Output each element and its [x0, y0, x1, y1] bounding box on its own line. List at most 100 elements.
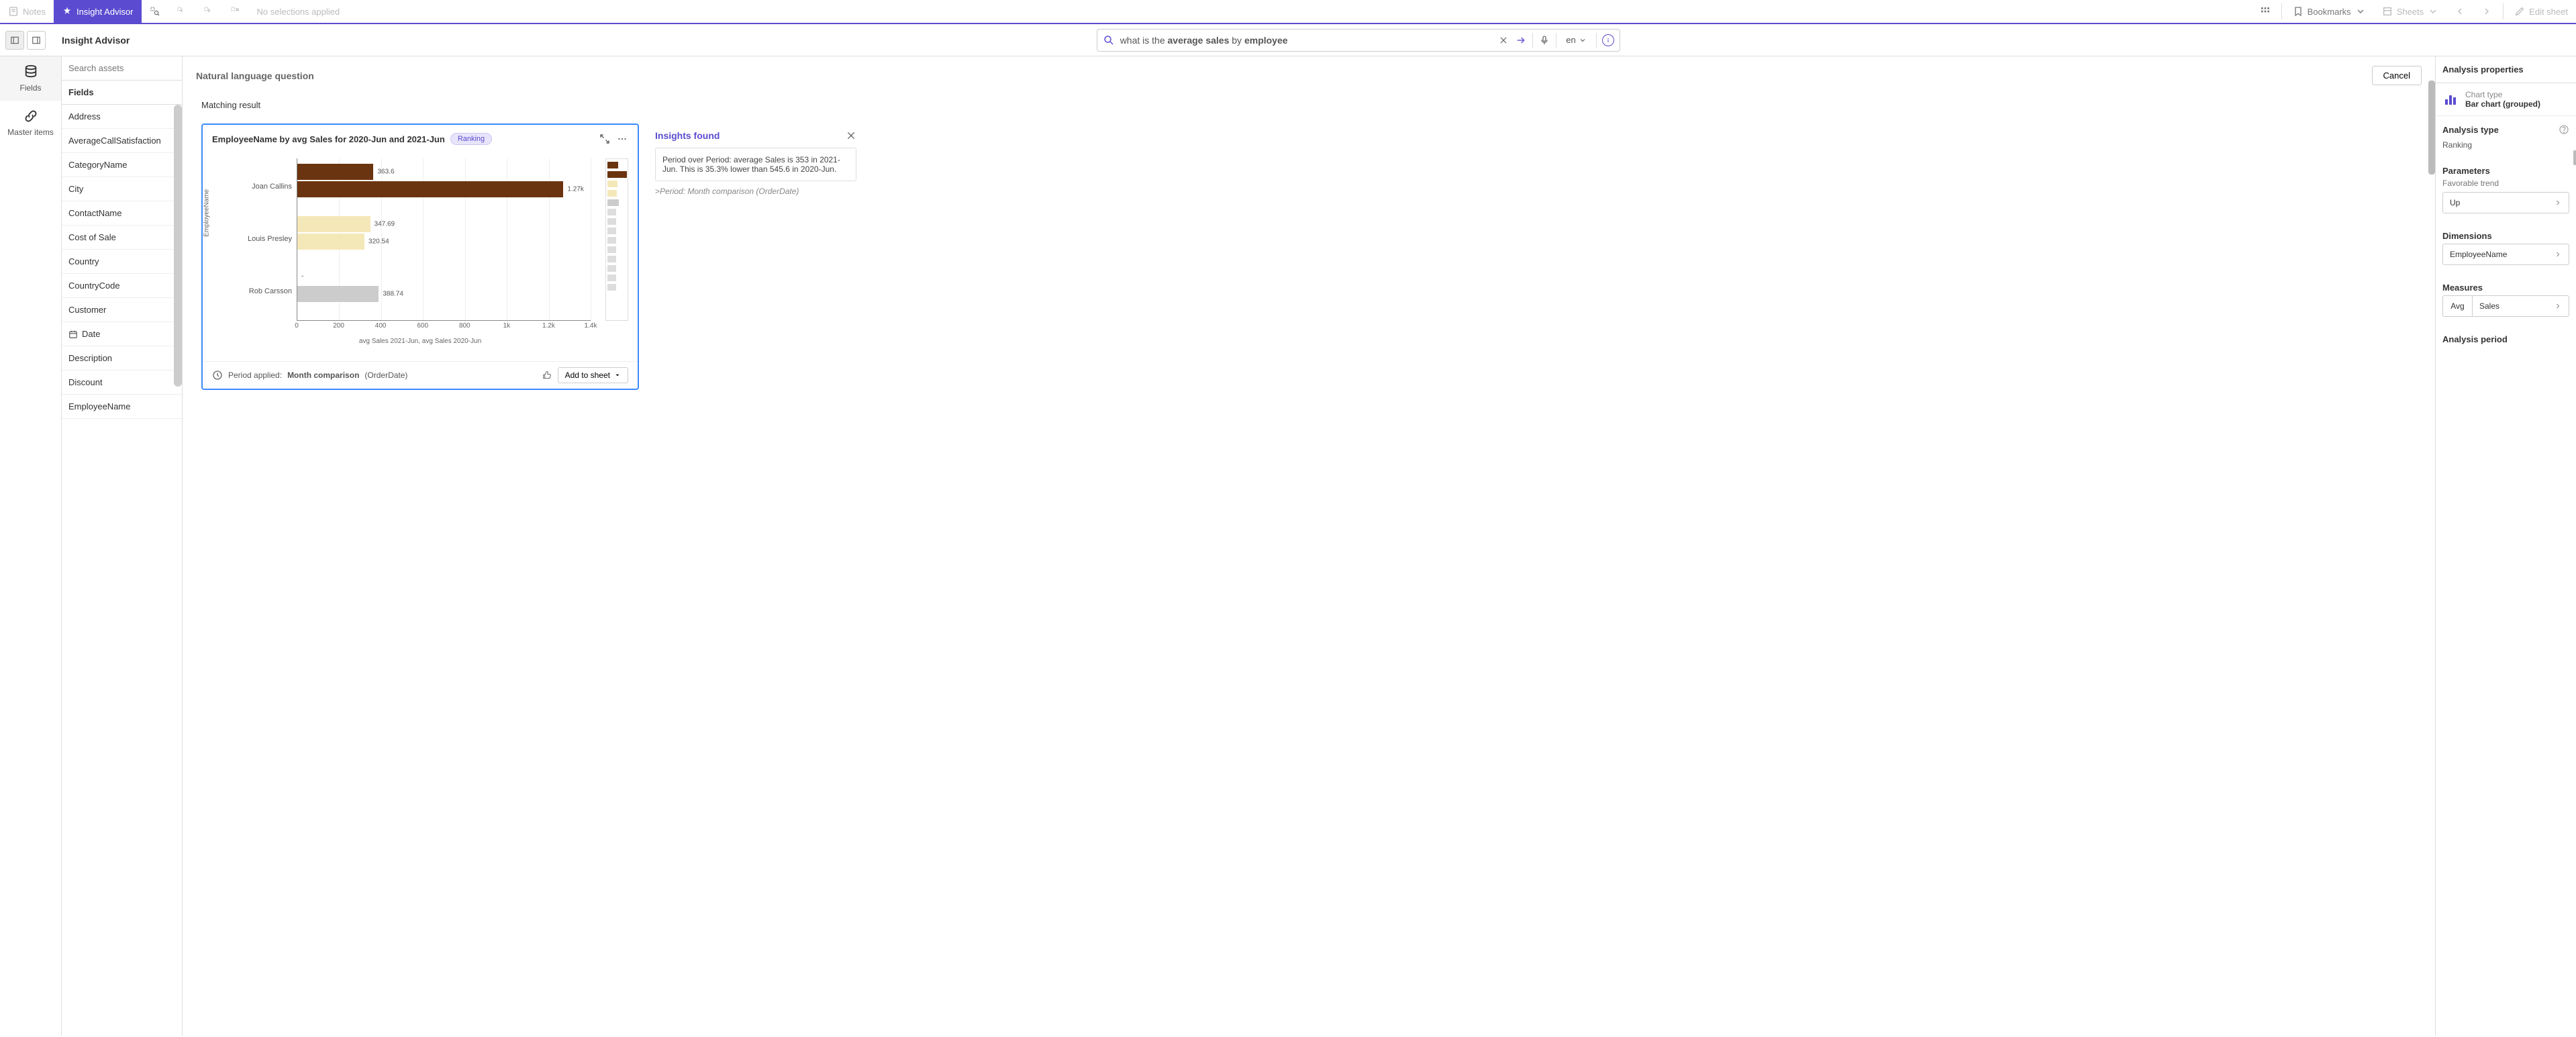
field-item-label: EmployeeName	[68, 401, 131, 411]
cancel-button[interactable]: Cancel	[2372, 66, 2422, 85]
field-item[interactable]: Address	[62, 105, 182, 129]
prev-sheet-button[interactable]	[2446, 0, 2473, 23]
app-grid-button[interactable]	[2252, 0, 2279, 23]
field-item[interactable]: Country	[62, 250, 182, 274]
minimap-bar	[607, 171, 627, 178]
field-item[interactable]: CategoryName	[62, 153, 182, 177]
clear-icon[interactable]	[1497, 34, 1509, 46]
next-sheet-button[interactable]	[2473, 0, 2500, 23]
chart-type-label: Chart type	[2465, 90, 2540, 99]
minimap-bar	[607, 209, 616, 215]
no-selections-label-wrap: No selections applied	[249, 0, 348, 23]
minimap-bar	[607, 284, 616, 291]
field-item-label: Cost of Sale	[68, 232, 116, 242]
center-scrollbar[interactable]	[2428, 81, 2435, 175]
chart-bar[interactable]: 320.54	[297, 234, 364, 250]
field-item[interactable]: Date	[62, 322, 182, 346]
toolbar-separator	[2281, 3, 2282, 19]
chart-area: EmployeeName Joan Callins363.61.27kLouis…	[203, 153, 638, 361]
chart-bar[interactable]: 1.27k	[297, 181, 563, 197]
notes-tab[interactable]: Notes	[0, 0, 54, 23]
chart-bar[interactable]: 388.74	[297, 286, 379, 302]
bookmarks-button[interactable]: Bookmarks	[2285, 0, 2374, 23]
leftnav-master-items[interactable]: Master items	[0, 101, 61, 145]
language-label: en	[1566, 35, 1575, 45]
close-icon[interactable]	[846, 130, 856, 141]
minimap-bar	[607, 228, 616, 234]
submit-icon[interactable]	[1515, 34, 1527, 46]
measures-title: Measures	[2442, 283, 2569, 293]
minimap-bar	[607, 265, 616, 272]
add-to-sheet-label: Add to sheet	[565, 371, 610, 380]
measure-value: Sales	[2479, 301, 2499, 311]
insight-note-prefix: >	[655, 187, 660, 196]
fullscreen-icon[interactable]	[599, 133, 611, 145]
field-item[interactable]: Customer	[62, 298, 182, 322]
field-item[interactable]: EmployeeName	[62, 395, 182, 419]
mic-icon[interactable]	[1538, 34, 1550, 46]
search-icon	[1103, 34, 1115, 46]
panel-resize-handle[interactable]	[2573, 150, 2576, 165]
chart-x-tick: 200	[333, 322, 344, 330]
measure-select[interactable]: Avg Sales	[2442, 295, 2569, 317]
field-item[interactable]: City	[62, 177, 182, 201]
add-to-sheet-button[interactable]: Add to sheet	[558, 367, 628, 383]
help-icon[interactable]	[2559, 124, 2569, 135]
analysis-type-value: Ranking	[2436, 138, 2576, 158]
dimensions-title: Dimensions	[2442, 231, 2569, 241]
more-icon[interactable]	[616, 133, 628, 145]
chart-plot[interactable]: Joan Callins363.61.27kLouis Presley347.6…	[297, 158, 591, 321]
dimension-select[interactable]: EmployeeName	[2442, 244, 2569, 265]
calendar-icon	[68, 330, 78, 339]
field-item[interactable]: ContactName	[62, 201, 182, 226]
language-select[interactable]: en	[1562, 35, 1590, 45]
favorable-trend-select[interactable]: Up	[2442, 192, 2569, 213]
field-item[interactable]: AverageCallSatisfaction	[62, 129, 182, 153]
field-item[interactable]: Discount	[62, 371, 182, 395]
fields-heading: Fields	[62, 81, 182, 105]
chart-x-tick: 0	[295, 322, 299, 330]
chevron-right-icon	[2554, 199, 2562, 207]
chart-bar-value: 320.54	[364, 238, 389, 246]
field-item[interactable]: CountryCode	[62, 274, 182, 298]
smart-search-button[interactable]	[142, 0, 168, 23]
database-icon	[23, 64, 38, 79]
search-box[interactable]: what is the average sales by employee en	[1097, 29, 1620, 52]
chart-type-text: Chart type Bar chart (grouped)	[2465, 90, 2540, 109]
field-item-label: AverageCallSatisfaction	[68, 136, 161, 146]
edit-sheet-label: Edit sheet	[2529, 7, 2568, 17]
field-item[interactable]: Description	[62, 346, 182, 371]
sheets-button[interactable]: Sheets	[2374, 0, 2446, 23]
panel-right-button[interactable]	[27, 31, 46, 50]
chart-bar[interactable]: 363.6	[297, 164, 373, 180]
leftnav-fields[interactable]: Fields	[0, 56, 61, 101]
fields-scrollbar[interactable]	[174, 105, 182, 387]
search-separator	[1596, 33, 1597, 48]
minimap-bar	[607, 275, 616, 281]
insights-panel: Insights found Period over Period: avera…	[655, 124, 856, 390]
thumbs-icon[interactable]	[542, 370, 552, 381]
parameters-title: Parameters	[2442, 166, 2569, 176]
fields-search-input[interactable]	[62, 56, 182, 80]
info-icon[interactable]	[1602, 34, 1614, 46]
notes-label: Notes	[23, 7, 46, 17]
top-toolbar: Notes Insight Advisor No selections appl…	[0, 0, 2576, 24]
chart-bar[interactable]: 347.69	[297, 216, 370, 232]
panel-left-button[interactable]	[5, 31, 24, 50]
step-back-icon	[177, 6, 187, 17]
clear-selections-button[interactable]	[222, 0, 249, 23]
field-item[interactable]: Cost of Sale	[62, 226, 182, 250]
left-nav: Fields Master items	[0, 56, 62, 1036]
insight-advisor-label: Insight Advisor	[77, 7, 134, 17]
chart-minimap[interactable]	[605, 158, 628, 321]
analysis-period-section: Analysis period	[2436, 326, 2576, 347]
edit-sheet-button[interactable]: Edit sheet	[2506, 0, 2576, 23]
step-forward-icon	[203, 6, 214, 17]
page-title: Insight Advisor	[51, 35, 140, 46]
step-forward-button[interactable]	[195, 0, 222, 23]
insight-advisor-tab[interactable]: Insight Advisor	[54, 0, 142, 23]
step-back-button[interactable]	[168, 0, 195, 23]
chart-x-axis-label: avg Sales 2021-Jun, avg Sales 2020-Jun	[203, 338, 638, 345]
properties-panel: Analysis properties Chart type Bar chart…	[2435, 56, 2576, 1036]
grid-icon	[2260, 6, 2271, 17]
